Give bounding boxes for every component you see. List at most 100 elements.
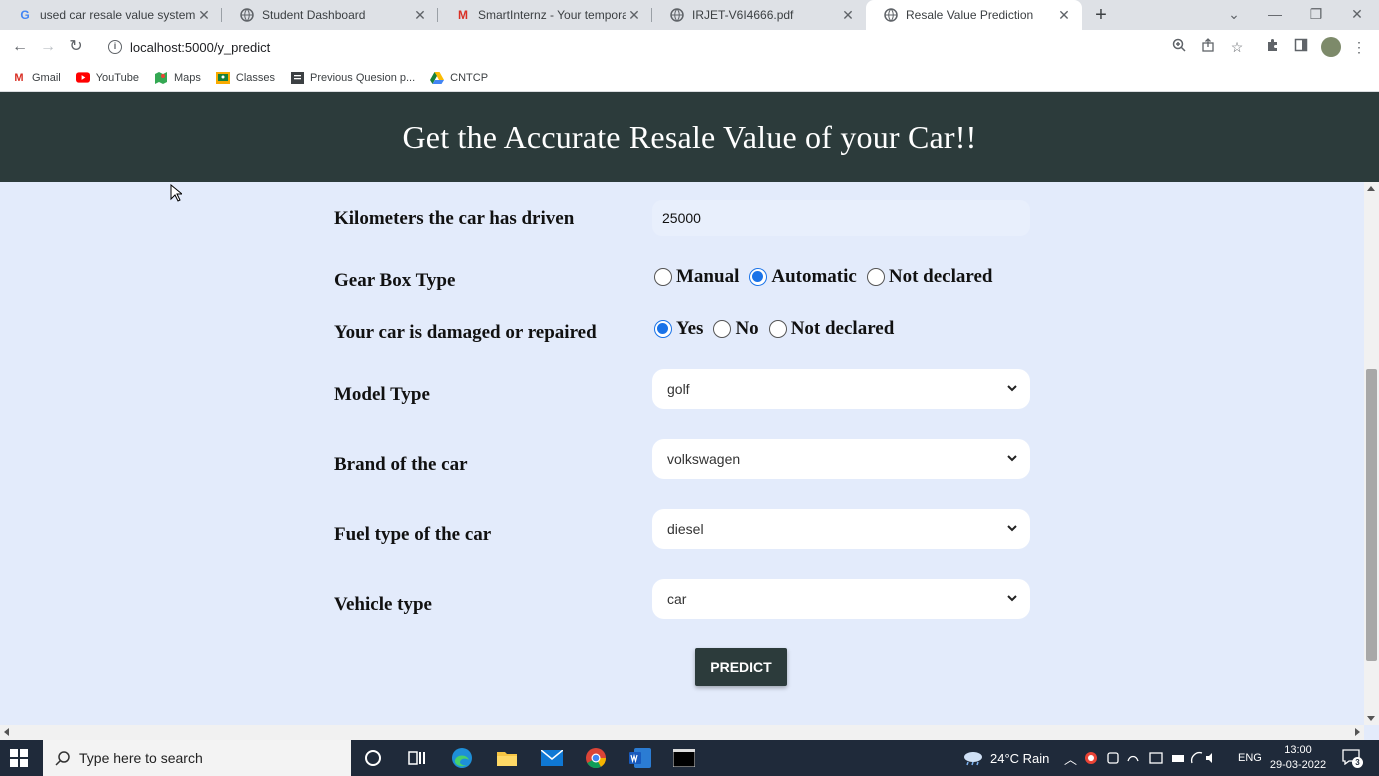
damage-row: Your car is damaged or repaired Yes No N… bbox=[334, 316, 1034, 346]
tab-resale-value-prediction[interactable]: Resale Value Prediction ✕ bbox=[866, 0, 1082, 30]
bookmark-classes[interactable]: Classes bbox=[215, 71, 275, 84]
tab-search-chevron-icon[interactable]: ⌄ bbox=[1214, 0, 1254, 30]
side-panel-icon[interactable] bbox=[1290, 36, 1312, 58]
close-tab-icon[interactable]: ✕ bbox=[412, 7, 428, 24]
horizontal-scrollbar[interactable] bbox=[0, 725, 1364, 740]
gearbox-not-declared-label: Not declared bbox=[888, 266, 993, 287]
mouse-cursor-icon bbox=[170, 184, 182, 202]
site-info-icon[interactable]: i bbox=[108, 40, 122, 54]
taskbar-clock[interactable]: 13:00 29-03-2022 bbox=[1262, 743, 1334, 773]
predict-button[interactable]: PREDICT bbox=[695, 648, 787, 686]
globe-icon bbox=[884, 8, 898, 22]
tab-irjet-pdf[interactable]: IRJET-V6I4666.pdf ✕ bbox=[652, 0, 866, 30]
forward-button[interactable]: → bbox=[36, 36, 60, 58]
weather-text: 24°C Rain bbox=[990, 750, 1050, 766]
bookmark-youtube[interactable]: YouTube bbox=[75, 71, 139, 84]
damage-no-radio[interactable] bbox=[713, 320, 732, 338]
address-bar[interactable]: i localhost:5000/y_predict bbox=[100, 33, 1255, 61]
scroll-right-arrow[interactable] bbox=[1355, 728, 1360, 736]
terminal-icon[interactable] bbox=[672, 746, 696, 770]
close-window-button[interactable]: ✕ bbox=[1337, 0, 1377, 30]
vertical-scrollbar[interactable] bbox=[1364, 182, 1379, 725]
damage-yes-label: Yes bbox=[676, 318, 704, 339]
mail-icon[interactable] bbox=[540, 746, 564, 770]
kilometers-input[interactable] bbox=[652, 200, 1030, 236]
globe-icon bbox=[240, 8, 254, 22]
chevron-down-icon bbox=[1007, 385, 1017, 392]
brand-label: Brand of the car bbox=[334, 454, 468, 475]
tab-google-search[interactable]: G used car resale value system - Go ✕ bbox=[0, 0, 222, 30]
scroll-left-arrow[interactable] bbox=[4, 728, 9, 736]
chrome-icon[interactable] bbox=[584, 746, 608, 770]
damage-no-label: No bbox=[735, 318, 759, 339]
browser-toolbar: ← → ↻ i localhost:5000/y_predict ☆ ⋮ bbox=[0, 30, 1379, 64]
weather-widget[interactable]: 24°C Rain bbox=[962, 740, 1049, 776]
model-row: Model Type golf bbox=[334, 368, 1034, 410]
tab-smartinternz[interactable]: M SmartInternz - Your temporary p ✕ bbox=[438, 0, 652, 30]
tab-title: IRJET-V6I4666.pdf bbox=[692, 8, 794, 22]
gearbox-not-declared-radio[interactable] bbox=[866, 268, 885, 286]
scrollbar-thumb[interactable] bbox=[1366, 369, 1377, 661]
close-tab-icon[interactable]: ✕ bbox=[626, 7, 642, 24]
damage-yes-radio[interactable] bbox=[654, 320, 672, 338]
bookmark-label: YouTube bbox=[95, 71, 139, 84]
bookmark-label: Classes bbox=[235, 71, 275, 84]
model-select[interactable]: golf bbox=[652, 369, 1030, 409]
back-button[interactable]: ← bbox=[8, 36, 32, 58]
zoom-icon[interactable] bbox=[1168, 36, 1190, 58]
bookmark-label: Maps bbox=[173, 71, 201, 84]
vehicle-selected-value: car bbox=[667, 591, 687, 607]
damage-not-declared-label: Not declared bbox=[790, 318, 895, 339]
vehicle-select[interactable]: car bbox=[652, 579, 1030, 619]
word-icon[interactable] bbox=[628, 746, 652, 770]
windows-start-icon[interactable] bbox=[10, 749, 28, 767]
windows-taskbar: Type here to search 24°C Rain ︿ ENG 13:0… bbox=[0, 740, 1379, 776]
tab-title: SmartInternz - Your temporary p bbox=[478, 8, 626, 22]
new-tab-button[interactable]: + bbox=[1090, 4, 1112, 26]
extensions-puzzle-icon[interactable] bbox=[1262, 36, 1284, 58]
damage-radio-group: Yes No Not declared bbox=[654, 318, 904, 340]
close-tab-icon[interactable]: ✕ bbox=[840, 7, 856, 24]
file-explorer-icon[interactable] bbox=[495, 746, 519, 770]
tab-student-dashboard[interactable]: Student Dashboard ✕ bbox=[222, 0, 438, 30]
edge-icon[interactable] bbox=[450, 746, 474, 770]
notification-count: 3 bbox=[1352, 757, 1363, 768]
restore-button[interactable]: ❐ bbox=[1296, 0, 1336, 30]
fuel-select[interactable]: diesel bbox=[652, 509, 1030, 549]
bookmark-star-icon[interactable]: ☆ bbox=[1226, 36, 1248, 58]
menu-kebab-icon[interactable]: ⋮ bbox=[1348, 36, 1370, 58]
cortana-icon[interactable] bbox=[361, 746, 385, 770]
vehicle-label: Vehicle type bbox=[334, 594, 432, 615]
bookmark-maps[interactable]: Maps bbox=[154, 71, 201, 84]
gearbox-automatic-label: Automatic bbox=[771, 266, 857, 287]
tray-overflow-chevron-icon[interactable]: ︿ bbox=[1064, 740, 1077, 776]
page-header: Get the Accurate Resale Value of your Ca… bbox=[0, 92, 1379, 182]
damage-not-declared-radio[interactable] bbox=[768, 320, 787, 338]
brand-select[interactable]: volkswagen bbox=[652, 439, 1030, 479]
language-indicator[interactable]: ENG bbox=[1238, 740, 1262, 776]
minimize-button[interactable]: — bbox=[1255, 0, 1295, 30]
chevron-down-icon bbox=[1007, 455, 1017, 462]
tray-app-icons[interactable] bbox=[1084, 740, 1212, 776]
fuel-selected-value: diesel bbox=[667, 521, 704, 537]
bookmark-label: Gmail bbox=[32, 71, 61, 84]
taskbar-search-box[interactable]: Type here to search bbox=[43, 740, 351, 776]
bookmark-cntcp[interactable]: CNTCP bbox=[430, 71, 488, 84]
scroll-up-arrow[interactable] bbox=[1367, 186, 1375, 191]
task-view-icon[interactable] bbox=[405, 746, 429, 770]
chevron-down-icon bbox=[1007, 595, 1017, 602]
close-tab-icon[interactable]: ✕ bbox=[1056, 7, 1072, 24]
damage-label: Your car is damaged or repaired bbox=[334, 322, 597, 343]
close-tab-icon[interactable]: ✕ bbox=[196, 7, 212, 24]
bookmark-gmail[interactable]: M Gmail bbox=[12, 71, 61, 84]
profile-avatar[interactable] bbox=[1321, 37, 1341, 57]
clock-date: 29-03-2022 bbox=[1269, 759, 1327, 771]
gearbox-automatic-radio[interactable] bbox=[749, 268, 768, 286]
bookmark-previous-question[interactable]: Previous Quesion p... bbox=[290, 71, 415, 84]
reload-button[interactable]: ↻ bbox=[64, 36, 88, 58]
share-icon[interactable] bbox=[1197, 36, 1219, 58]
notification-center-icon[interactable]: 3 bbox=[1342, 749, 1363, 768]
gearbox-manual-radio[interactable] bbox=[654, 268, 672, 286]
scroll-down-arrow[interactable] bbox=[1367, 716, 1375, 721]
gearbox-label: Gear Box Type bbox=[334, 270, 456, 291]
